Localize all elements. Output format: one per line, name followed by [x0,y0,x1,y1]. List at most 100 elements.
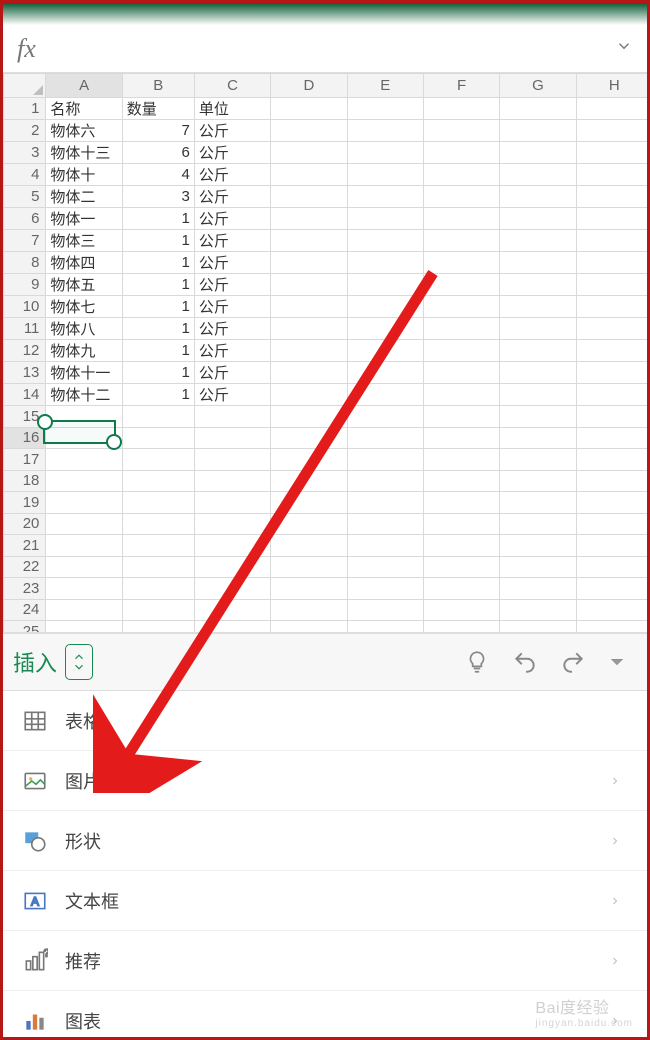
cell[interactable]: 单位 [194,98,270,120]
row-header[interactable]: 19 [4,492,46,514]
cell[interactable] [576,252,647,274]
cell[interactable] [122,513,194,535]
cell[interactable]: 公斤 [194,230,270,252]
cell[interactable] [423,362,499,384]
cell[interactable] [423,120,499,142]
cell[interactable] [347,599,423,621]
col-header-H[interactable]: H [576,74,647,98]
cell[interactable]: 1 [122,362,194,384]
table-row[interactable]: 8物体四1公斤 [4,252,648,274]
cell[interactable]: 公斤 [194,164,270,186]
formula-bar[interactable]: fx [3,25,647,73]
cell[interactable] [576,120,647,142]
table-row[interactable]: 12物体九1公斤 [4,340,648,362]
cell[interactable] [347,142,423,164]
cell[interactable]: 公斤 [194,274,270,296]
cell[interactable] [271,296,347,318]
cell[interactable] [46,535,122,557]
cell[interactable] [576,98,647,120]
cell[interactable] [122,578,194,600]
row-header[interactable]: 6 [4,208,46,230]
cell[interactable] [576,556,647,578]
cell[interactable] [576,621,647,634]
table-row[interactable]: 11物体八1公斤 [4,318,648,340]
cell[interactable] [194,470,270,492]
table-row[interactable]: 14物体十二1公斤 [4,384,648,406]
cell[interactable] [500,274,576,296]
cell[interactable]: 1 [122,384,194,406]
cell[interactable]: 公斤 [194,120,270,142]
cell[interactable] [576,470,647,492]
table-row[interactable]: 3物体十三6公斤 [4,142,648,164]
cell[interactable] [271,406,347,428]
cell[interactable] [423,340,499,362]
cell[interactable] [194,556,270,578]
cell[interactable] [423,164,499,186]
cell[interactable] [271,556,347,578]
cell[interactable] [423,470,499,492]
cell[interactable]: 7 [122,120,194,142]
col-header-A[interactable]: A [46,74,122,98]
table-row[interactable]: 24 [4,599,648,621]
cell[interactable]: 公斤 [194,208,270,230]
cell[interactable]: 物体三 [46,230,122,252]
cell[interactable] [271,449,347,471]
cell[interactable] [122,449,194,471]
cell[interactable] [347,492,423,514]
cell[interactable] [500,492,576,514]
cell[interactable] [500,98,576,120]
cell[interactable] [576,578,647,600]
cell[interactable] [347,449,423,471]
cell[interactable] [194,535,270,557]
cell[interactable] [500,230,576,252]
cell[interactable] [576,230,647,252]
cell[interactable]: 物体八 [46,318,122,340]
table-row[interactable]: 9物体五1公斤 [4,274,648,296]
cell[interactable] [500,340,576,362]
cell[interactable]: 物体一 [46,208,122,230]
cell[interactable] [423,556,499,578]
cell[interactable] [423,142,499,164]
cell[interactable] [500,578,576,600]
col-header-G[interactable]: G [500,74,576,98]
cell[interactable] [423,274,499,296]
cell[interactable] [347,384,423,406]
cell[interactable] [347,535,423,557]
cell[interactable] [347,621,423,634]
cell[interactable]: 公斤 [194,296,270,318]
cell[interactable]: 1 [122,208,194,230]
cell[interactable] [347,470,423,492]
cell[interactable] [576,208,647,230]
cell[interactable] [576,318,647,340]
row-header[interactable]: 25 [4,621,46,634]
cell[interactable]: 数量 [122,98,194,120]
cell[interactable] [423,513,499,535]
cell[interactable] [122,621,194,634]
cell[interactable] [271,578,347,600]
cell[interactable] [271,318,347,340]
table-row[interactable]: 21 [4,535,648,557]
cell[interactable] [271,535,347,557]
selection-handle-br[interactable] [106,434,122,450]
cell[interactable]: 公斤 [194,252,270,274]
cell[interactable] [500,556,576,578]
cell[interactable]: 公斤 [194,142,270,164]
cell[interactable] [347,406,423,428]
cell[interactable]: 公斤 [194,362,270,384]
cell[interactable] [500,470,576,492]
cell[interactable] [271,164,347,186]
cell[interactable] [46,470,122,492]
menu-item-table[interactable]: 表格 [3,691,647,751]
cell[interactable] [500,252,576,274]
cell[interactable] [194,578,270,600]
cell[interactable] [271,427,347,449]
cell[interactable] [576,492,647,514]
cell[interactable] [347,252,423,274]
row-header[interactable]: 1 [4,98,46,120]
cell[interactable] [347,164,423,186]
cell[interactable] [423,578,499,600]
cell[interactable]: 公斤 [194,340,270,362]
cell[interactable] [122,406,194,428]
cell[interactable] [576,406,647,428]
cell[interactable] [271,470,347,492]
